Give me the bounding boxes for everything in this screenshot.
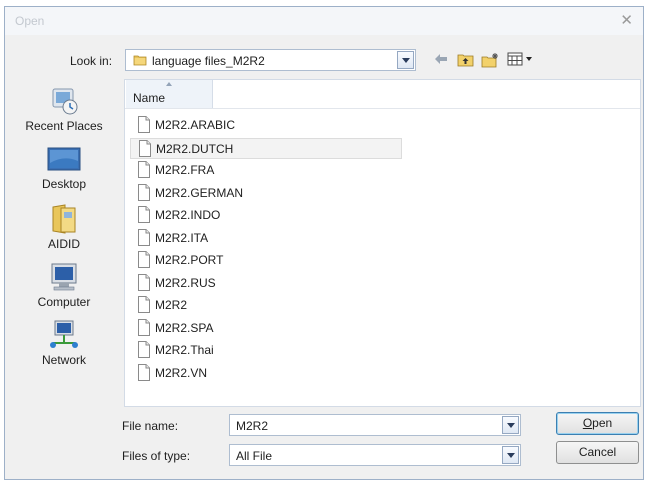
column-header-row: Name — [125, 80, 640, 109]
file-name-text: M2R2.GERMAN — [155, 185, 244, 200]
document-icon — [138, 296, 150, 313]
file-list-item[interactable]: M2R2.FRA — [130, 160, 402, 181]
files-of-type-label: Files of type: — [122, 449, 191, 463]
file-name-text: M2R2.ARABIC — [155, 118, 236, 132]
file-list-item[interactable]: M2R2.Thai — [130, 340, 402, 361]
user-folder-icon — [52, 204, 76, 234]
file-name-text: M2R2.FRA — [155, 163, 215, 177]
place-desktop[interactable]: Desktop — [13, 145, 115, 191]
open-accelerator: O — [582, 416, 593, 430]
file-list-item[interactable]: M2R2.PORT — [130, 250, 402, 271]
document-icon — [138, 318, 150, 336]
files-of-type-value: All File — [236, 449, 273, 463]
document-icon — [138, 206, 150, 223]
up-folder-icon[interactable] — [457, 52, 474, 67]
file-list-item[interactable]: M2R2.ARABIC — [130, 115, 402, 136]
place-label: Desktop — [41, 177, 87, 191]
column-header-name[interactable]: Name — [126, 80, 213, 108]
file-name-text: M2R2.RUS — [155, 275, 216, 290]
open-button-label: pen — [592, 416, 613, 430]
file-list-item[interactable]: M2R2.GERMAN — [130, 183, 402, 204]
document-icon — [138, 341, 150, 358]
file-list-pane[interactable]: Name M2R2.ARABIC M2R2.DUTCH M2R2.FRA M2R2.G… — [124, 79, 641, 407]
file-list-item[interactable]: M2R2.DUTCH — [130, 137, 402, 159]
window-title: Open — [15, 14, 45, 28]
document-icon — [138, 273, 150, 291]
place-network[interactable]: Network — [13, 319, 115, 367]
file-list-item[interactable]: M2R2 — [130, 295, 402, 316]
file-name-text: M2R2.Thai — [155, 343, 214, 357]
file-name-text: M2R2.ITA — [155, 230, 209, 245]
look-in-combobox[interactable]: language files_M2R2 — [125, 49, 416, 71]
recent-places-icon — [52, 88, 78, 115]
document-icon — [138, 363, 150, 381]
document-icon — [138, 228, 150, 246]
file-name-text: M2R2.SPA — [155, 320, 214, 335]
place-label: Network — [41, 353, 86, 367]
place-aidid[interactable]: AIDID — [13, 203, 115, 251]
file-name-combobox[interactable]: M2R2 — [229, 414, 521, 436]
document-icon — [138, 183, 150, 201]
open-button[interactable]: Open — [556, 412, 639, 435]
computer-icon — [51, 263, 77, 291]
file-list-item[interactable]: M2R2.ITA — [130, 228, 402, 249]
file-name-text: M2R2 — [155, 298, 188, 312]
file-name-value[interactable]: M2R2 — [236, 419, 268, 433]
file-name-text: M2R2.DUTCH — [156, 141, 234, 156]
file-name-label: File name: — [122, 419, 179, 433]
title-bar: Open ✕ — [5, 7, 643, 35]
column-name-label: Name — [133, 91, 166, 105]
close-icon[interactable]: ✕ — [620, 11, 633, 29]
network-icon — [50, 320, 78, 348]
views-menu-icon[interactable] — [507, 52, 537, 66]
document-icon — [138, 251, 150, 268]
file-list-item[interactable]: M2R2.RUS — [130, 273, 402, 294]
place-computer[interactable]: Computer — [13, 261, 115, 309]
document-icon — [139, 139, 151, 157]
look-in-dropdown-button[interactable] — [397, 51, 414, 69]
file-list-item[interactable]: M2R2.SPA — [130, 318, 402, 339]
file-name-text: M2R2.INDO — [155, 208, 221, 222]
file-name-text: M2R2.PORT — [155, 253, 224, 267]
file-name-dropdown-button[interactable] — [502, 416, 519, 434]
file-name-text: M2R2.VN — [155, 365, 208, 380]
open-dialog: Open ✕ Look in: language files_M2R2 Rece… — [4, 6, 644, 480]
place-label: Computer — [37, 295, 91, 309]
cancel-button[interactable]: Cancel — [556, 441, 639, 464]
files-of-type-select[interactable]: All File — [229, 444, 521, 466]
place-label: AIDID — [47, 237, 80, 251]
file-list-item[interactable]: M2R2.INDO — [130, 205, 402, 226]
new-folder-icon[interactable] — [481, 52, 499, 68]
desktop-icon — [47, 147, 81, 171]
look-in-label: Look in: — [70, 54, 113, 68]
look-in-value: language files_M2R2 — [152, 54, 265, 68]
file-list-item[interactable]: M2R2.VN — [130, 363, 402, 384]
place-label: Recent Places — [25, 119, 103, 133]
sort-ascending-icon — [166, 82, 172, 86]
back-arrow-icon[interactable] — [433, 52, 449, 66]
document-icon — [138, 161, 150, 178]
folder-icon — [133, 55, 147, 66]
place-recent-places[interactable]: Recent Places — [13, 85, 115, 133]
files-of-type-dropdown-button[interactable] — [502, 446, 519, 464]
document-icon — [138, 116, 150, 133]
